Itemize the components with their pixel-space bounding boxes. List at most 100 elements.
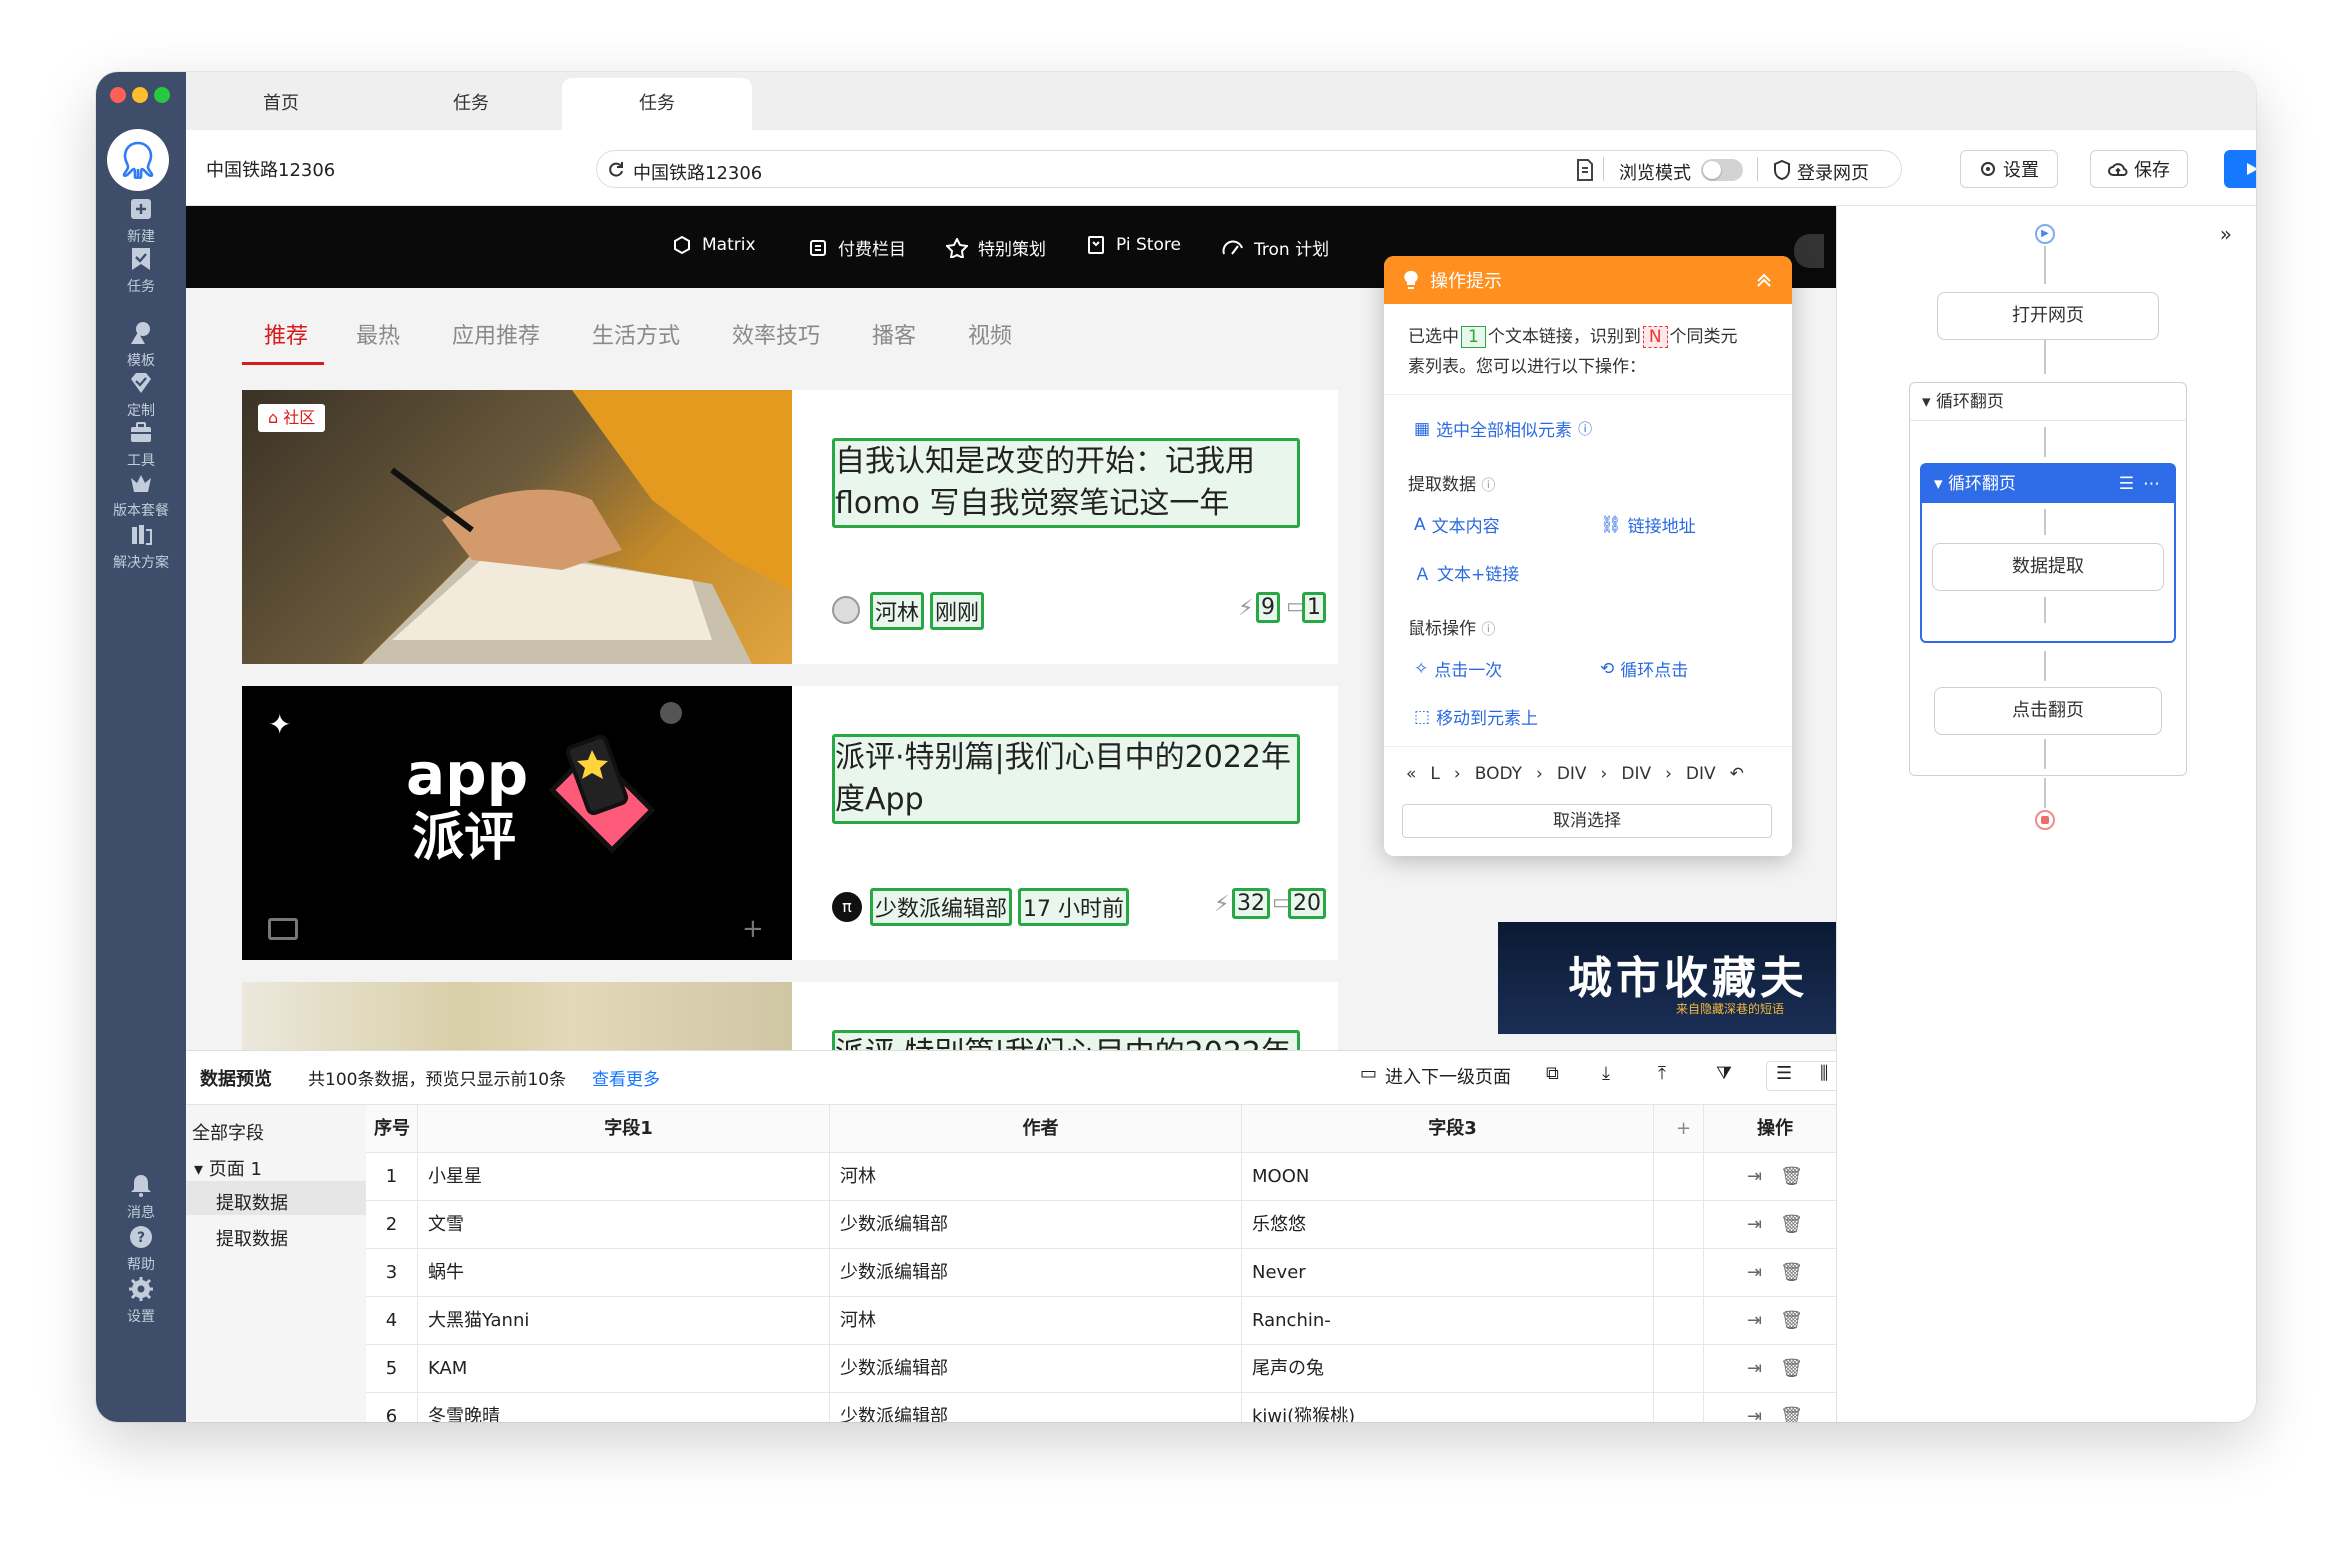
move-to-element-button[interactable]: ⬚ 移动到元素上 bbox=[1414, 704, 1538, 730]
nav-tron[interactable]: Tron 计划 bbox=[1222, 235, 1329, 260]
table-row[interactable]: 2 文雪 少数派编辑部 乐悠悠 ⇥ 🗑 bbox=[366, 1201, 1836, 1249]
zoom-window-button[interactable] bbox=[154, 87, 170, 103]
download-icon[interactable]: ⤓ bbox=[1602, 1063, 1610, 1084]
column-header[interactable]: 字段3 bbox=[1242, 1105, 1654, 1153]
nav-paid[interactable]: 付费栏目 bbox=[808, 235, 906, 260]
sidebar-item-custom[interactable]: 定制 bbox=[96, 370, 186, 420]
tab-task[interactable]: 任务 bbox=[376, 78, 566, 130]
flow-node-extract[interactable]: 数据提取 bbox=[1932, 543, 2164, 591]
path-segment[interactable]: DIV bbox=[1686, 764, 1716, 784]
reload-icon[interactable] bbox=[607, 161, 625, 179]
copy-icon[interactable]: ⧉ bbox=[1546, 1063, 1559, 1084]
flow-node-open-page[interactable]: 打开网页 bbox=[1937, 292, 2159, 340]
url-bar[interactable]: 中国铁路12306 浏览模式 登录网页 bbox=[596, 150, 1902, 188]
enter-icon[interactable]: ⇥ bbox=[1747, 1262, 1762, 1283]
export-icon[interactable]: ⤒ bbox=[1658, 1063, 1666, 1084]
extract-text-button[interactable]: A 文本内容 bbox=[1414, 512, 1500, 538]
trash-icon[interactable]: 🗑 bbox=[1780, 1406, 1803, 1422]
sidebar-item-tasks[interactable]: 任务 bbox=[96, 246, 186, 296]
category-recommended[interactable]: 推荐 bbox=[264, 318, 308, 350]
settings-button[interactable]: 设置 bbox=[1960, 150, 2058, 188]
sidebar-item-solutions[interactable]: 解决方案 bbox=[96, 522, 186, 572]
double-chevron-left-icon[interactable]: « bbox=[1406, 764, 1416, 784]
category-video[interactable]: 视频 bbox=[968, 318, 1012, 350]
article-thumbnail[interactable]: ⌂ 社区 bbox=[242, 390, 792, 664]
trash-icon[interactable]: 🗑 bbox=[1780, 1214, 1803, 1235]
author-name[interactable]: 少数派编辑部 bbox=[870, 888, 1013, 926]
collapse-panel-icon[interactable]: » bbox=[2220, 222, 2232, 246]
path-segment[interactable]: BODY bbox=[1475, 764, 1522, 784]
more-icon[interactable]: ⋯ bbox=[2143, 465, 2160, 503]
category-hot[interactable]: 最热 bbox=[356, 318, 400, 350]
tab-home[interactable]: 首页 bbox=[186, 78, 376, 130]
trash-icon[interactable]: 🗑 bbox=[1780, 1310, 1803, 1331]
enter-icon[interactable]: ⇥ bbox=[1747, 1166, 1762, 1187]
cancel-selection-button[interactable]: 取消选择 bbox=[1402, 804, 1772, 838]
flow-loop-inner[interactable]: ▾ 循环翻页 ☰ ⋯ 数据提取 bbox=[1920, 463, 2176, 643]
sidebar-item-new[interactable]: 新建 bbox=[96, 196, 186, 246]
category-efficiency[interactable]: 效率技巧 bbox=[732, 318, 820, 350]
sidebar-item-plans[interactable]: 版本套餐 bbox=[96, 470, 186, 520]
browse-mode-toggle[interactable] bbox=[1701, 159, 1743, 181]
path-segment[interactable]: L bbox=[1430, 764, 1439, 784]
sidebar-item-settings[interactable]: 设置 bbox=[96, 1276, 186, 1326]
map-thumbnail[interactable] bbox=[242, 982, 792, 1050]
trash-icon[interactable]: 🗑 bbox=[1780, 1262, 1803, 1283]
select-all-similar-button[interactable]: ▦ 选中全部相似元素 ⓘ bbox=[1414, 416, 1592, 442]
tab-task-active[interactable]: 任务 bbox=[562, 78, 752, 130]
author-name[interactable]: 河林 bbox=[870, 592, 925, 630]
avatar[interactable] bbox=[832, 596, 860, 624]
nav-special[interactable]: 特别策划 bbox=[946, 235, 1046, 260]
next-level-button[interactable]: ▭ 进入下一级页面 bbox=[1360, 1063, 1511, 1089]
save-button[interactable]: 保存 bbox=[2090, 150, 2188, 188]
path-segment[interactable]: DIV bbox=[1557, 764, 1587, 784]
list-view-icon[interactable]: ☰ bbox=[1776, 1063, 1792, 1084]
article-card[interactable]: ⌂ 社区 自我认知是改变的开始：记我用 flomo 写自我觉察笔记这一年 河林 刚… bbox=[242, 390, 1338, 664]
article-title[interactable]: 派评·特别篇|我们心目中的2022年 度App bbox=[832, 734, 1300, 824]
undo-icon[interactable]: ↶ bbox=[1730, 764, 1744, 784]
tree-item[interactable]: 提取数据 bbox=[216, 1225, 288, 1251]
url-text[interactable]: 中国铁路12306 bbox=[633, 159, 762, 185]
nav-matrix[interactable]: Matrix bbox=[672, 235, 756, 255]
click-once-button[interactable]: ✧ 点击一次 bbox=[1414, 656, 1502, 682]
sidebar-item-tools[interactable]: 工具 bbox=[96, 420, 186, 470]
sidebar-item-help[interactable]: ? 帮助 bbox=[96, 1224, 186, 1274]
trash-icon[interactable]: 🗑 bbox=[1780, 1358, 1803, 1379]
tree-page[interactable]: ▾ 页面 1 bbox=[194, 1155, 262, 1181]
city-banner[interactable]: 城市收藏夫 来自隐藏深巷的短语 bbox=[1498, 922, 1836, 1034]
view-more-link[interactable]: 查看更多 bbox=[592, 1065, 660, 1090]
extract-link-button[interactable]: ⛓ 链接地址 bbox=[1600, 512, 1696, 538]
enter-icon[interactable]: ⇥ bbox=[1747, 1406, 1762, 1422]
article-thumbnail[interactable]: app 派评 ✦ + bbox=[242, 686, 792, 960]
side-tab[interactable] bbox=[1794, 234, 1824, 268]
column-header[interactable]: 作者 bbox=[830, 1105, 1242, 1153]
table-row[interactable]: 3 蜗牛 少数派编辑部 Never ⇥ 🗑 bbox=[366, 1249, 1836, 1297]
flow-loop-outer[interactable]: ▾ 循环翻页 ▾ 循环翻页 ☰ ⋯ 数据提取 点击翻页 bbox=[1909, 382, 2187, 776]
page-script-icon[interactable] bbox=[1575, 159, 1595, 181]
add-column-button[interactable]: + bbox=[1654, 1105, 1704, 1153]
list-icon[interactable]: ☰ bbox=[2119, 465, 2134, 503]
app-logo[interactable] bbox=[107, 129, 169, 191]
category-lifestyle[interactable]: 生活方式 bbox=[592, 318, 680, 350]
enter-icon[interactable]: ⇥ bbox=[1747, 1214, 1762, 1235]
table-row[interactable]: 1 小星星 河林 MOON ⇥ 🗑 bbox=[366, 1153, 1836, 1201]
category-podcast[interactable]: 播客 bbox=[872, 318, 916, 350]
minimize-window-button[interactable] bbox=[132, 87, 148, 103]
loop-click-button[interactable]: ⟲ 循环点击 bbox=[1600, 656, 1688, 682]
article-title[interactable]: 自我认知是改变的开始：记我用 flomo 写自我觉察笔记这一年 bbox=[832, 438, 1300, 528]
close-window-button[interactable] bbox=[110, 87, 126, 103]
nav-pistore[interactable]: Pi Store bbox=[1086, 235, 1181, 255]
enter-icon[interactable]: ⇥ bbox=[1747, 1358, 1762, 1379]
pi-avatar[interactable]: π bbox=[832, 892, 862, 922]
login-page-button[interactable]: 登录网页 bbox=[1797, 159, 1869, 185]
column-view-icon[interactable]: ⫼ bbox=[1820, 1063, 1828, 1084]
path-segment[interactable]: DIV bbox=[1621, 764, 1651, 784]
article-title[interactable]: 派评·特别篇|我们心目中的2022年 bbox=[832, 1030, 1300, 1050]
sidebar-item-templates[interactable]: 模板 bbox=[96, 320, 186, 370]
table-row[interactable]: 6 冬雪晚晴 少数派编辑部 kiwi(猕猴桃) ⇥ 🗑 bbox=[366, 1393, 1836, 1422]
enter-icon[interactable]: ⇥ bbox=[1747, 1310, 1762, 1331]
article-card[interactable]: 派评·特别篇|我们心目中的2022年 bbox=[242, 982, 1338, 1050]
tree-item[interactable]: 提取数据 bbox=[216, 1189, 288, 1215]
collect-button[interactable]: 采集 bbox=[2224, 150, 2256, 188]
collapse-icon[interactable] bbox=[1756, 273, 1772, 287]
